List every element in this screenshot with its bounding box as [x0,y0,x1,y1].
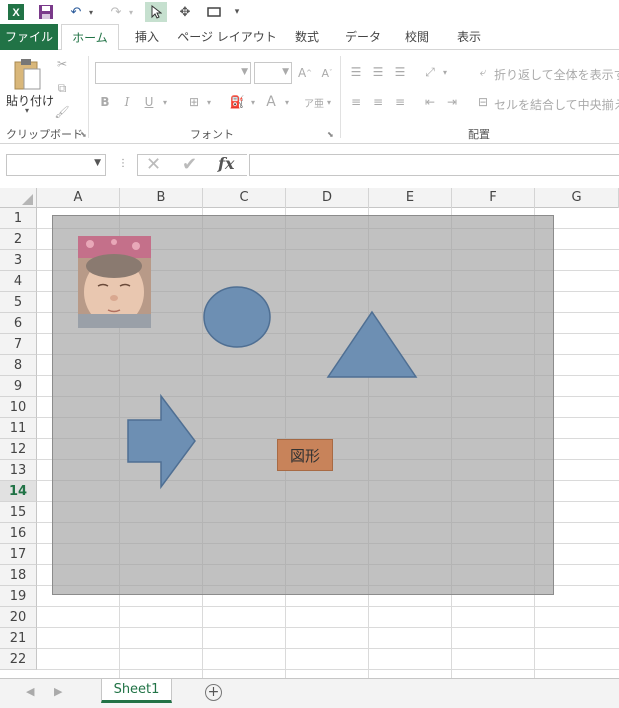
align-bottom-icon[interactable]: ☰ [390,62,410,82]
tab-page-layout[interactable]: ページ レイアウト [176,24,278,50]
name-box[interactable]: ▼ [6,154,106,176]
save-icon[interactable] [36,2,56,22]
underline-dropdown-icon[interactable]: ▾ [160,92,170,112]
sheet-tab-sheet1[interactable]: Sheet1 [101,679,172,703]
fill-color-dropdown-icon[interactable]: ▾ [248,92,258,112]
paste-button[interactable]: 貼り付け [6,92,54,109]
increase-indent-icon[interactable]: ⇥ [442,92,462,112]
italic-button[interactable]: I [118,92,136,112]
bold-button[interactable]: B [96,92,114,112]
font-color-dropdown-icon[interactable]: ▾ [282,92,292,112]
ribbon-tabs: ファイル ホーム 挿入 ページ レイアウト 数式 データ 校閲 表示 [0,24,619,51]
text-shape-label: 図形 [289,446,320,465]
alignment-group-label: 配置 [468,128,490,141]
increase-font-size-icon[interactable]: A ^ [296,63,314,83]
cancel-icon[interactable]: ✕ [146,154,161,175]
sheet-tab-bar: ◀ ▶ Sheet1 + [0,678,619,708]
chevron-down-icon[interactable]: ▼ [94,158,101,168]
clipboard-launcher-icon[interactable]: ⬊ [80,130,87,139]
orientation-icon[interactable]: ⤢ [420,62,440,82]
borders-dropdown-icon[interactable]: ▾ [204,92,214,112]
paste-dropdown-icon[interactable]: ▾ [25,106,29,115]
borders-icon[interactable]: ⊞ [184,92,204,112]
tab-insert[interactable]: 挿入 [124,24,170,50]
select-objects-icon[interactable] [145,2,167,22]
tab-data[interactable]: データ [336,24,390,50]
formula-bar-grip-icon: ⋮ [118,158,128,169]
excel-logo-icon: X [6,2,26,22]
shapes-layer [127,286,418,490]
quick-access-toolbar: X ↶ ▾ ↷ ▾ ✥ ▾ [0,0,619,24]
decrease-indent-icon[interactable]: ⇤ [420,92,440,112]
align-right-icon[interactable]: ≡ [390,92,410,112]
wrap-text-button[interactable]: 折り返して全体を表示する [494,66,619,83]
fill-color-icon[interactable]: ⛽ [226,92,248,112]
text-shape[interactable]: 図形 [277,439,333,471]
font-launcher-icon[interactable]: ⬊ [327,130,334,139]
worksheet-grid[interactable]: A B C D E F G 1 2 3 4 5 6 7 8 9 10 11 12 13 14 15 16 17 1… [0,188,619,678]
font-color-button[interactable]: A [262,92,280,112]
enter-icon[interactable]: ✔ [182,154,197,175]
right-arrow-shape[interactable] [127,393,196,490]
align-center-icon[interactable]: ≡ [368,92,388,112]
move-icon[interactable]: ✥ [175,2,195,22]
tab-file[interactable]: ファイル [0,24,58,50]
undo-icon[interactable]: ↶ [66,2,86,22]
tab-formulas[interactable]: 数式 [284,24,330,50]
redo-icon[interactable]: ↷ [106,2,126,22]
font-group-label: フォント [190,128,234,141]
ribbon-separator [340,56,341,138]
ribbon-home: 貼り付け ▾ ✂ ⧉ 🖌 クリップボード ⬊ ▼ ▼ A ^ Aˇ B I U ▾… [0,50,619,144]
phonetic-dropdown-icon[interactable]: ▾ [324,92,334,112]
merge-center-button[interactable]: セルを結合して中央揃え [494,96,619,113]
font-size-combobox[interactable]: ▼ [254,62,292,84]
undo-dropdown-icon[interactable]: ▾ [86,2,96,22]
insert-function-button[interactable]: fx [218,154,234,173]
wrap-text-icon[interactable]: ⤶ [474,62,492,82]
paste-icon[interactable] [10,56,44,92]
add-sheet-button[interactable]: + [205,684,222,701]
tab-home[interactable]: ホーム [61,24,119,51]
customize-toolbar-icon[interactable]: ▾ [231,2,243,22]
scroll-right-icon[interactable]: ▶ [54,685,62,698]
triangle-shape[interactable] [326,310,418,378]
align-left-icon[interactable]: ≡ [346,92,366,112]
clipboard-group-label: クリップボード [6,128,83,141]
chevron-down-icon: ▼ [282,67,289,77]
ribbon-separator [88,56,89,138]
underline-button[interactable]: U [140,92,158,112]
scroll-left-icon[interactable]: ◀ [26,685,34,698]
chevron-down-icon: ▼ [241,67,248,77]
svg-text:X: X [12,7,20,19]
format-painter-icon[interactable]: 🖌 [52,102,72,122]
tab-view[interactable]: 表示 [446,24,492,50]
phonetic-icon[interactable]: ア亜 [304,92,324,112]
cut-icon[interactable]: ✂ [52,54,72,74]
oval-shape[interactable] [203,286,271,348]
merge-center-icon[interactable]: ⊟ [474,92,492,112]
align-top-icon[interactable]: ☰ [346,62,366,82]
font-name-combobox[interactable]: ▼ [95,62,251,84]
copy-icon[interactable]: ⧉ [52,78,72,98]
align-middle-icon[interactable]: ☰ [368,62,388,82]
redo-dropdown-icon[interactable]: ▾ [126,2,136,22]
formula-input[interactable] [249,154,619,176]
orientation-dropdown-icon[interactable]: ▾ [440,62,450,82]
formula-bar: ▼ ⋮ ✕ ✔ fx [0,144,619,188]
rectangle-icon[interactable] [204,2,224,22]
tab-review[interactable]: 校閲 [396,24,438,50]
decrease-font-size-icon[interactable]: Aˇ [318,63,336,83]
